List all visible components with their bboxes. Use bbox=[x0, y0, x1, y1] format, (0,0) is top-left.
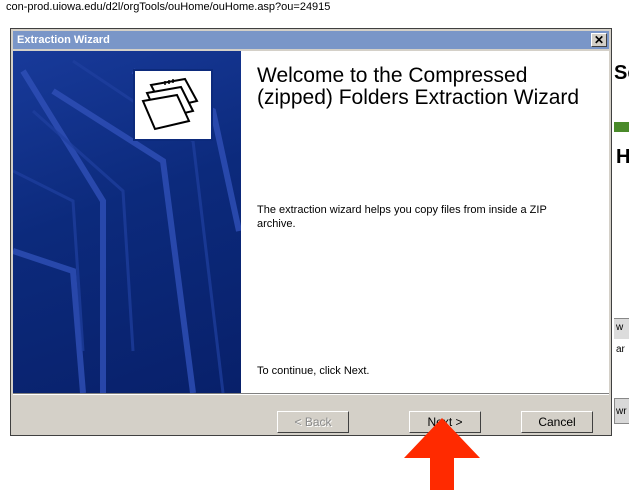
wizard-description: The extraction wizard helps you copy fil… bbox=[257, 204, 547, 230]
cancel-button[interactable]: Cancel bbox=[521, 411, 593, 433]
close-button[interactable]: ✕ bbox=[591, 33, 607, 47]
button-separator bbox=[13, 393, 609, 395]
background-text-fragment: w bbox=[616, 322, 624, 333]
background-text-fragment: H bbox=[616, 146, 629, 168]
back-button[interactable]: < Back bbox=[277, 411, 349, 433]
wizard-content: Welcome to the Compressed (zipped) Folde… bbox=[13, 51, 609, 393]
title-bar[interactable]: Extraction Wizard ✕ bbox=[13, 31, 609, 49]
red-arrow-icon bbox=[404, 418, 480, 490]
extraction-wizard-dialog: Extraction Wizard ✕ Welcome to the Compr… bbox=[10, 28, 612, 436]
background-text-fragment: Sc bbox=[614, 62, 629, 84]
url-bar: con-prod.uiowa.edu/d2l/orgTools/ouHome/o… bbox=[6, 1, 331, 13]
background-green-bar bbox=[614, 122, 629, 132]
continue-instruction: To continue, click Next. bbox=[257, 365, 370, 377]
compressed-folder-icon bbox=[133, 69, 213, 141]
wizard-heading: Welcome to the Compressed (zipped) Folde… bbox=[257, 64, 580, 109]
side-panel-art bbox=[13, 51, 241, 393]
dialog-title: Extraction Wizard bbox=[17, 34, 110, 46]
background-text-fragment: wr bbox=[616, 406, 627, 417]
background-text-fragment: ar bbox=[616, 344, 625, 355]
